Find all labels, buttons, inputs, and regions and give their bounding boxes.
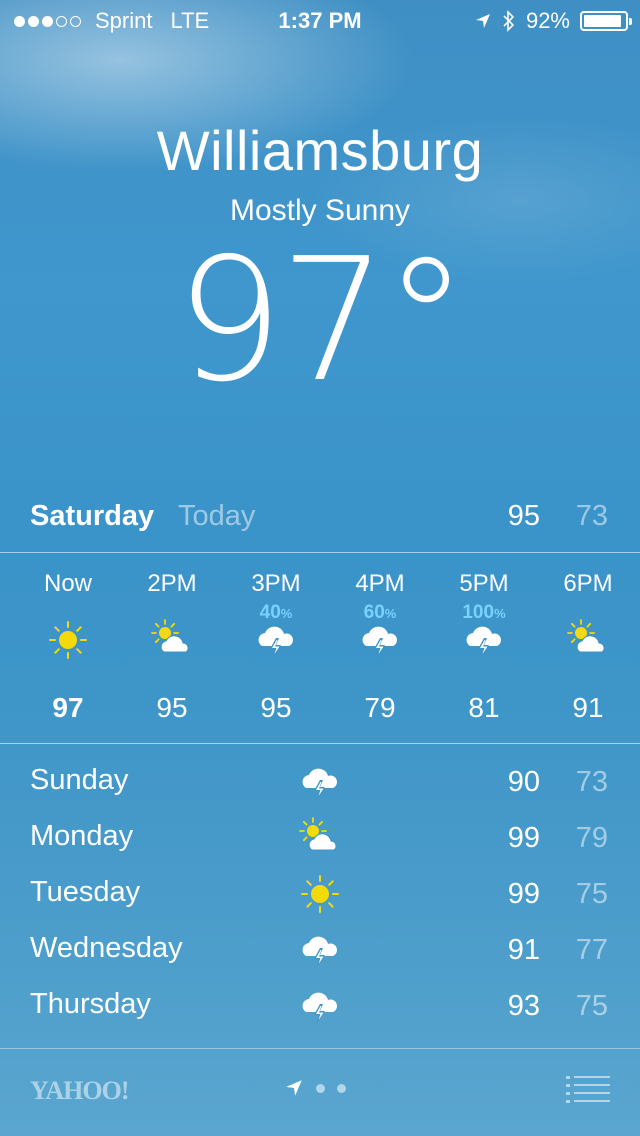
location-arrow-icon: [286, 1080, 302, 1096]
hourly-forecast[interactable]: Now 97 2PM 95 3PM 40% 95 4PM 60% 79 5PM 100% 81 6…: [0, 552, 640, 742]
daily-row: Tuesday 99 75: [0, 866, 640, 922]
list-menu-icon[interactable]: [566, 1074, 610, 1106]
partly-cloudy-icon: [298, 816, 342, 860]
page-dot: [337, 1083, 346, 1093]
partly-cloudy-icon: [150, 618, 194, 662]
hourly-time: 3PM: [251, 570, 301, 597]
footer-toolbar: YAHOO!: [0, 1050, 640, 1136]
daily-row: Monday 99 79: [0, 810, 640, 866]
daily-high: 99: [507, 878, 540, 910]
battery-percent: 92%: [525, 8, 570, 33]
daily-low: 75: [575, 990, 608, 1022]
thunderstorm-icon: [298, 984, 342, 1028]
city-name: Williamsburg: [156, 119, 484, 182]
daily-day: Wednesday: [30, 932, 183, 964]
page-dot: [316, 1083, 325, 1093]
daily-high: 91: [507, 934, 540, 966]
hourly-temp: 81: [468, 692, 500, 723]
thunderstorm-icon: [358, 618, 402, 662]
thunderstorm-icon: [462, 618, 506, 662]
divider: [0, 743, 640, 744]
sun-icon: [46, 618, 90, 662]
hourly-temp: 95: [260, 692, 292, 723]
daily-low: 73: [575, 766, 608, 798]
hourly-time: 2PM: [147, 570, 197, 597]
daily-day: Monday: [30, 820, 134, 852]
daily-row: Thursday 93 75: [0, 978, 640, 1034]
bluetooth-icon: [503, 10, 515, 32]
battery-icon: [580, 11, 632, 31]
daily-row: Sunday 90 73: [0, 754, 640, 810]
hourly-temp: 97: [52, 692, 84, 723]
current-temperature-value: 97°: [175, 222, 468, 420]
daily-row: Wednesday 91 77: [0, 922, 640, 978]
partly-cloudy-icon: [566, 618, 610, 662]
hourly-time: 5PM: [459, 570, 509, 597]
today-label: Today: [178, 500, 256, 532]
thunderstorm-icon: [298, 928, 342, 972]
daily-high: 90: [507, 766, 540, 798]
yahoo-logo[interactable]: YAHOO!: [30, 1076, 129, 1106]
status-bar: Sprint LTE 1:37 PM 92%: [0, 0, 640, 40]
today-row: Saturday Today 95 73: [0, 496, 640, 540]
current-temperature: 97°: [0, 236, 640, 406]
daily-low: 75: [575, 878, 608, 910]
daily-forecast[interactable]: Sunday 90 73 Monday 99 79 Tuesday 99 75 Wednesd…: [0, 754, 640, 1034]
thunderstorm-icon: [298, 760, 342, 804]
daily-high: 93: [507, 990, 540, 1022]
divider: [0, 1048, 640, 1049]
location-arrow-icon: [475, 14, 490, 28]
hourly-time: Now: [43, 570, 92, 597]
hourly-time: 4PM: [355, 570, 405, 597]
today-low: 73: [575, 500, 608, 532]
hourly-temp: 79: [364, 692, 396, 723]
today-day: Saturday: [30, 500, 155, 532]
hourly-time: 6PM: [563, 570, 613, 597]
daily-low: 79: [575, 822, 608, 854]
daily-day: Thursday: [30, 988, 151, 1020]
page-indicator[interactable]: [284, 1078, 346, 1098]
daily-day: Sunday: [30, 764, 129, 796]
daily-day: Tuesday: [30, 876, 141, 908]
thunderstorm-icon: [254, 618, 298, 662]
today-high: 95: [507, 500, 540, 532]
hourly-temp: 91: [572, 692, 604, 723]
sun-icon: [298, 872, 342, 916]
battery-fill: [584, 15, 621, 27]
daily-high: 99: [507, 822, 540, 854]
hourly-temp: 95: [156, 692, 188, 723]
status-right: 92%: [474, 8, 632, 34]
daily-low: 77: [575, 934, 608, 966]
